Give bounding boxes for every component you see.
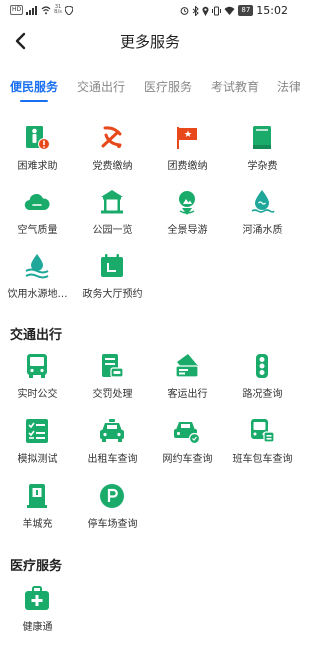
- tab-legal[interactable]: 法律: [277, 78, 300, 95]
- service-label: 河涌水质: [242, 225, 283, 236]
- location-icon: [202, 6, 209, 16]
- service-label: 羊城充: [22, 519, 53, 530]
- tab-medical[interactable]: 医疗服务: [144, 78, 192, 95]
- service-realtime-bus[interactable]: 实时公交: [0, 353, 75, 413]
- fine-ticket-icon: [102, 354, 124, 378]
- service-league-fee[interactable]: 团费缴纳: [150, 125, 225, 185]
- section-title-medical: 医疗服务: [10, 559, 63, 574]
- service-traffic-fines[interactable]: 交罚处理: [75, 353, 150, 413]
- service-label: 班车包车查询: [232, 454, 293, 465]
- service-label: 全景导游: [167, 225, 208, 236]
- shuttle-bus-icon: [251, 419, 275, 443]
- ride-hailing-icon: [174, 422, 200, 444]
- service-yangcheng-charging[interactable]: 羊城充: [0, 483, 75, 543]
- service-label: 学杂费: [247, 161, 278, 172]
- battery-indicator: 87: [238, 5, 254, 16]
- section-title-transport: 交通出行: [10, 328, 63, 343]
- service-taxi[interactable]: 出租车查询: [75, 418, 150, 478]
- medical-kit-icon: [25, 586, 49, 610]
- service-label: 实时公交: [17, 389, 58, 400]
- network-badge: HD: [10, 5, 24, 15]
- service-label: 饮用水源地…: [7, 289, 68, 300]
- service-gov-hall-booking[interactable]: 政务大厅预约: [75, 253, 150, 313]
- service-health-pass[interactable]: 健康通: [0, 586, 75, 646]
- service-label: 困难求助: [17, 161, 58, 172]
- header: 更多服务: [0, 24, 300, 58]
- signal-icon: [26, 5, 38, 15]
- service-drinking-water[interactable]: 饮用水源地…: [0, 253, 75, 313]
- traffic-light-icon: [256, 354, 268, 378]
- status-right: 87 15:02: [180, 4, 288, 17]
- bus-icon: [27, 354, 47, 378]
- tab-civil-services[interactable]: 便民服务: [10, 78, 58, 95]
- category-tabs: 便民服务 交通出行 医疗服务 考试教育 法律: [0, 70, 300, 102]
- pavilion-icon: [101, 190, 123, 214]
- calendar-icon: [101, 254, 123, 277]
- service-shuttle-charter[interactable]: 班车包车查询: [225, 418, 300, 478]
- cloud-icon: [24, 193, 50, 211]
- service-label: 交罚处理: [92, 389, 133, 400]
- service-label: 空气质量: [17, 225, 58, 236]
- service-label: 政务大厅预约: [82, 289, 143, 300]
- bluetooth-icon: [193, 5, 200, 16]
- service-river-water[interactable]: 河涌水质: [225, 189, 300, 249]
- service-air-quality[interactable]: 空气质量: [0, 189, 75, 249]
- service-label: 公园一览: [92, 225, 133, 236]
- service-label: 健康通: [22, 622, 53, 633]
- service-difficulty-help[interactable]: 困难求助: [0, 125, 75, 185]
- charging-station-icon: [27, 484, 47, 508]
- vibrate-icon: [212, 6, 222, 15]
- service-parking[interactable]: 停车场查询: [75, 483, 150, 543]
- party-emblem-icon: [101, 126, 122, 148]
- status-left: HD 31 B/s: [10, 5, 73, 15]
- wifi-status-icon: [224, 6, 235, 15]
- status-bar: HD 31 B/s 87 15:02: [0, 0, 300, 22]
- taxi-icon: [100, 419, 124, 442]
- ticket-icon: [175, 354, 199, 378]
- league-flag-icon: [177, 127, 197, 149]
- page-title: 更多服务: [119, 33, 180, 51]
- tab-education[interactable]: 考试教育: [211, 78, 259, 95]
- service-label: 团费缴纳: [167, 161, 208, 172]
- panorama-icon: [179, 191, 195, 215]
- service-label: 网约车查询: [162, 454, 213, 465]
- active-tab-indicator: [20, 100, 48, 102]
- service-party-fee[interactable]: 党费缴纳: [75, 125, 150, 185]
- alarm-icon: [180, 7, 189, 15]
- service-parks[interactable]: 公园一览: [75, 189, 150, 249]
- book-icon: [253, 126, 271, 149]
- tab-transport[interactable]: 交通出行: [77, 78, 125, 95]
- service-road-conditions[interactable]: 路况查询: [225, 353, 300, 413]
- water-drop-icon: [251, 190, 275, 213]
- service-label: 客运出行: [167, 389, 208, 400]
- service-mock-test[interactable]: 模拟测试: [0, 418, 75, 478]
- checklist-icon: [26, 419, 48, 443]
- service-label: 模拟测试: [17, 454, 58, 465]
- service-passenger-transport[interactable]: 客运出行: [150, 353, 225, 413]
- help-person-icon: [26, 126, 50, 150]
- service-label: 出租车查询: [87, 454, 138, 465]
- shield-icon: [64, 5, 73, 15]
- speed-unit: B/s: [54, 9, 62, 15]
- service-label: 党费缴纳: [92, 161, 133, 172]
- wifi-icon: [41, 5, 51, 14]
- service-label: 路况查询: [242, 389, 283, 400]
- service-label: 停车场查询: [87, 519, 138, 530]
- service-ride-hailing[interactable]: 网约车查询: [150, 418, 225, 478]
- status-time: 15:02: [256, 4, 288, 17]
- service-panorama-guide[interactable]: 全景导游: [150, 189, 225, 249]
- water-source-icon: [25, 254, 49, 279]
- parking-icon: [100, 484, 124, 508]
- network-speed: 31 B/s: [54, 5, 62, 15]
- service-tuition[interactable]: 学杂费: [225, 125, 300, 185]
